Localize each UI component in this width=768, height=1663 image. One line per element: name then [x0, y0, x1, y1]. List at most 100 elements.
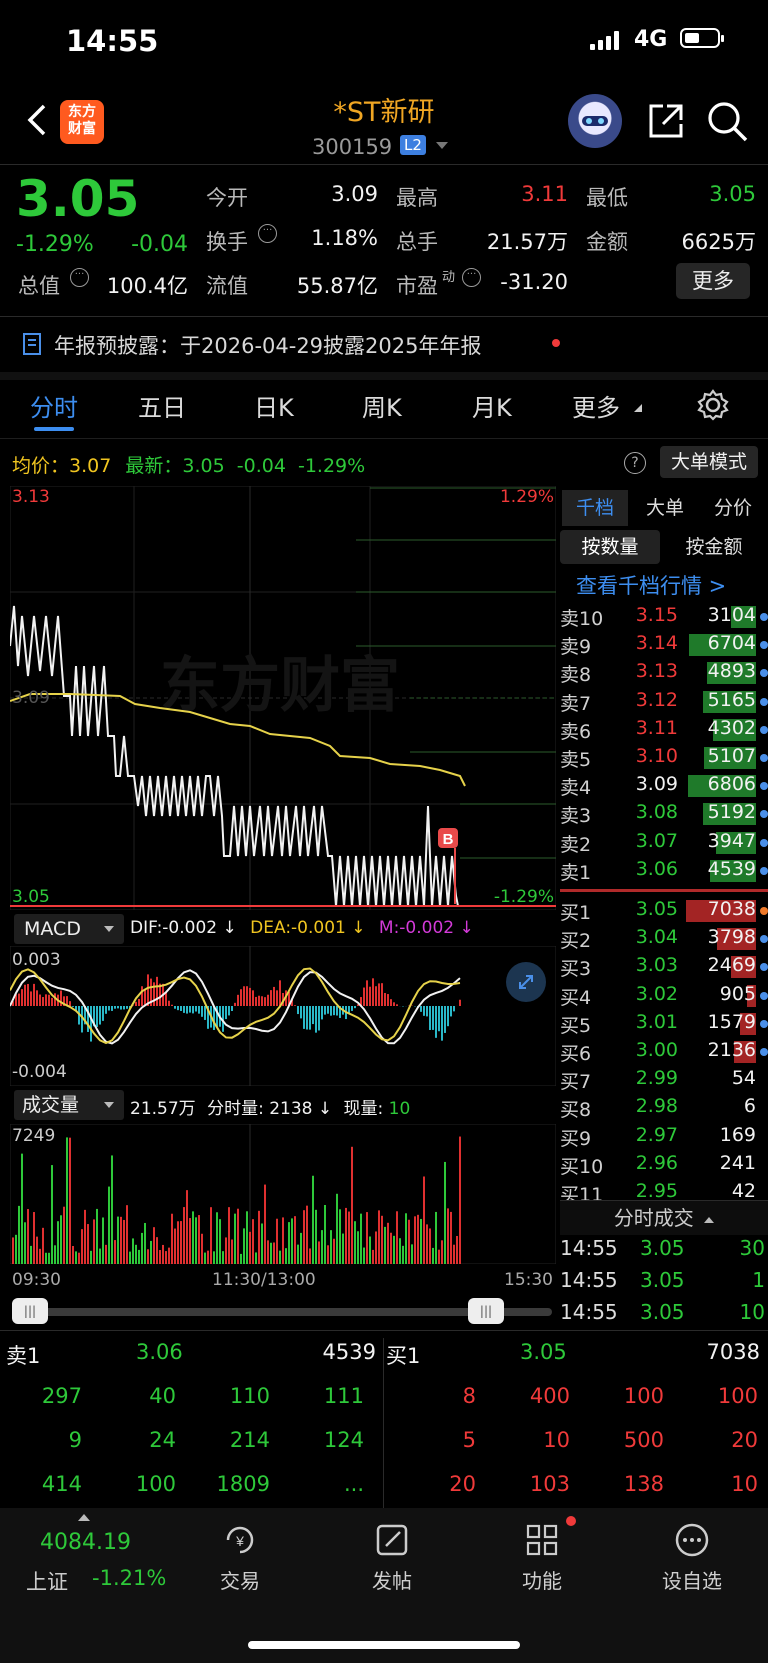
sub-tab-by-quantity[interactable]: 按数量: [560, 530, 660, 564]
bid-level-row[interactable]: 买7 2.99 54: [560, 1067, 768, 1095]
macd-bar: [96, 1006, 98, 1028]
index-value[interactable]: 4084.19: [40, 1530, 131, 1555]
volume-bar: [237, 1208, 239, 1264]
macd-bar: [333, 1006, 335, 1016]
more-button[interactable]: 更多: [676, 263, 750, 299]
macd-bar: [438, 1006, 440, 1032]
info-icon[interactable]: ···: [70, 268, 89, 287]
range-handle-left[interactable]: |||: [12, 1298, 48, 1324]
bid-level-row[interactable]: 买2 3.04 3798: [560, 926, 768, 954]
volume-bar: [243, 1228, 245, 1264]
bid-level-row[interactable]: 买6 3.00 2136: [560, 1039, 768, 1067]
ask-level-row[interactable]: 卖4 3.09 6806: [560, 773, 768, 801]
volume-bar: [135, 1244, 137, 1264]
battery-icon: [680, 28, 724, 48]
macd-bar: [321, 1006, 323, 1020]
queue-cell: 8: [462, 1384, 476, 1408]
gear-icon[interactable]: [696, 388, 730, 422]
bid-level-row[interactable]: 买4 3.02 905: [560, 983, 768, 1011]
edit-icon: [376, 1524, 408, 1556]
level-price: 3.01: [635, 1010, 678, 1033]
dropdown-icon[interactable]: [436, 142, 448, 149]
volume-bar: [180, 1221, 182, 1264]
svg-text:¥: ¥: [235, 1533, 244, 1549]
macd-selector[interactable]: MACD: [14, 914, 124, 944]
ask-level-row[interactable]: 卖5 3.10 5107: [560, 745, 768, 773]
tab-five-day[interactable]: 五日: [138, 388, 186, 423]
volume-bar: [186, 1190, 188, 1264]
info-icon[interactable]: ···: [258, 224, 277, 243]
tab-weekly-k[interactable]: 周K: [362, 388, 402, 423]
tab-more[interactable]: 更多: [572, 388, 620, 423]
ask-level-row[interactable]: 卖1 3.06 4539: [560, 858, 768, 886]
queue-cell: 214: [229, 1428, 270, 1452]
bid-level-row[interactable]: 买8 2.98 6: [560, 1095, 768, 1123]
tab-price-distribution[interactable]: 分价: [700, 490, 766, 526]
ask-level-row[interactable]: 卖2 3.07 3947: [560, 830, 768, 858]
share-icon[interactable]: [645, 100, 687, 142]
level-badge[interactable]: L2: [400, 135, 426, 155]
bid-level-row[interactable]: 买1 3.05 7038: [560, 898, 768, 926]
volume-selector[interactable]: 成交量: [14, 1090, 124, 1120]
more-dots-icon: [675, 1523, 709, 1557]
macd-bar: [45, 994, 47, 1006]
macd-bar: [126, 1006, 128, 1009]
level-dot: [760, 782, 768, 791]
tick-time: 14:55: [560, 1300, 618, 1324]
nav-add-watchlist[interactable]: 设自选: [632, 1520, 752, 1594]
range-handle-right[interactable]: |||: [468, 1298, 504, 1324]
macd-bar: [189, 1006, 191, 1013]
macd-bar: [315, 1006, 317, 1033]
nav-post[interactable]: 发帖: [332, 1520, 452, 1594]
expand-button[interactable]: [506, 962, 546, 1002]
ask-level-row[interactable]: 卖10 3.15 3104: [560, 604, 768, 632]
annual-report-notice[interactable]: 年报预披露：于2026-04-29披露2025年年报: [54, 330, 481, 360]
ask-level-row[interactable]: 卖9 3.14 6704: [560, 632, 768, 660]
help-icon[interactable]: ?: [624, 452, 646, 474]
volume-bar: [150, 1240, 152, 1264]
info-icon[interactable]: ···: [462, 268, 481, 287]
bid-level-row[interactable]: 买3 3.03 2469: [560, 954, 768, 982]
book-divider: [560, 889, 768, 892]
tab-big-orders[interactable]: 大单: [632, 490, 698, 526]
macd-chart[interactable]: [10, 946, 556, 1086]
ask-level-row[interactable]: 卖7 3.12 5165: [560, 689, 768, 717]
volume-bar: [291, 1218, 293, 1264]
macd-bar: [273, 986, 275, 1006]
nav-features[interactable]: 功能: [482, 1520, 602, 1594]
volume-bar: [33, 1212, 35, 1264]
level-price: 2.97: [635, 1123, 678, 1146]
tab-daily-k[interactable]: 日K: [254, 388, 294, 423]
queue-cell: 100: [135, 1472, 176, 1496]
volume-bar: [411, 1244, 413, 1264]
volume-bar: [156, 1237, 158, 1264]
ask-level-row[interactable]: 卖8 3.13 4893: [560, 660, 768, 688]
macd-bar: [372, 978, 374, 1006]
bid-level-row[interactable]: 买5 3.01 1579: [560, 1011, 768, 1039]
volume-bar: [432, 1247, 434, 1264]
ask-level-row[interactable]: 卖3 3.08 5192: [560, 801, 768, 829]
level-price: 2.96: [635, 1151, 678, 1174]
volume-chart[interactable]: [10, 1124, 556, 1264]
big-order-mode-button[interactable]: 大单模式: [660, 446, 758, 478]
macd-bar: [183, 1006, 185, 1013]
view-levels-link[interactable]: 查看千档行情 >: [576, 570, 726, 600]
tab-monthly-k[interactable]: 月K: [472, 388, 512, 423]
nav-trade[interactable]: ¥ 交易: [180, 1520, 300, 1594]
macd-y-top: 0.003: [12, 950, 61, 970]
bid-level-row[interactable]: 买10 2.96 241: [560, 1152, 768, 1180]
tab-intraday[interactable]: 分时: [30, 388, 78, 423]
volume-bar: [129, 1251, 131, 1264]
search-icon[interactable]: [706, 100, 750, 144]
intraday-chart[interactable]: 东方财富 B: [10, 486, 556, 910]
tab-thousand-levels[interactable]: 千档: [562, 490, 628, 526]
bid-level-row[interactable]: 买9 2.97 169: [560, 1124, 768, 1152]
sub-tab-by-amount[interactable]: 按金额: [664, 530, 764, 564]
robot-avatar-icon[interactable]: [568, 94, 622, 148]
ticks-header[interactable]: 分时成交: [560, 1200, 768, 1235]
ask-level-row[interactable]: 卖6 3.11 4302: [560, 717, 768, 745]
macd-bar: [177, 1006, 179, 1011]
level-price: 3.08: [635, 801, 678, 824]
volume-bar: [201, 1233, 203, 1264]
level-dot: [760, 1019, 768, 1028]
